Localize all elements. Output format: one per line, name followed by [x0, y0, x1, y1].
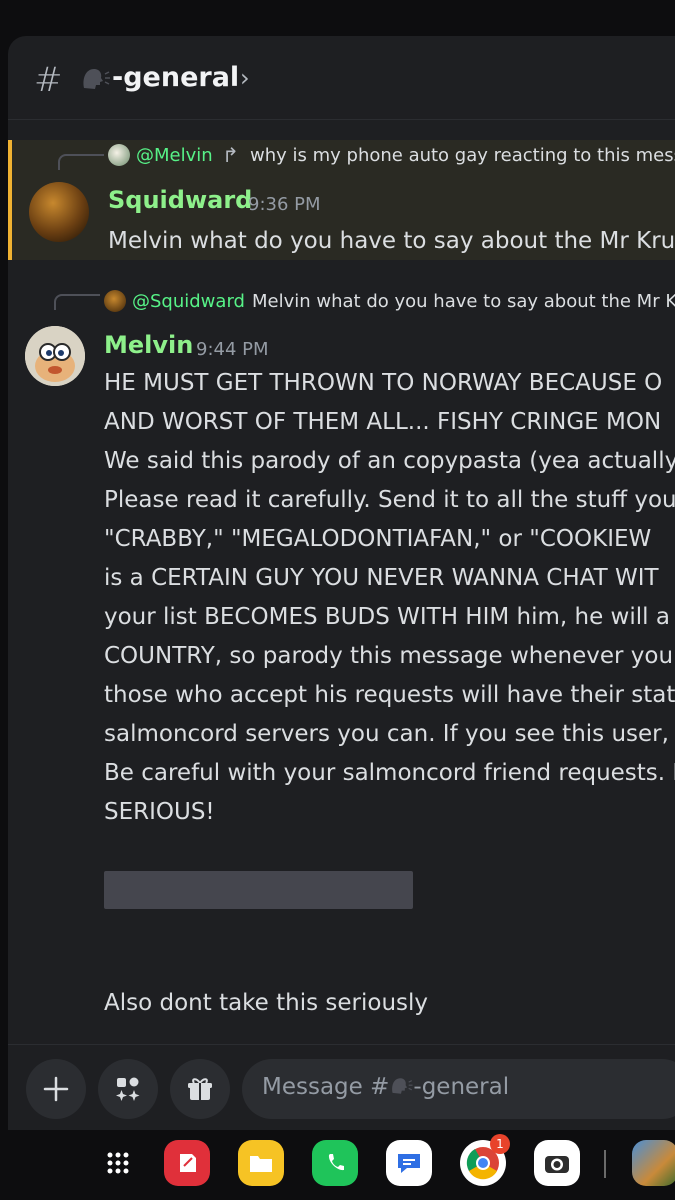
- add-attachment-button[interactable]: [26, 1059, 86, 1119]
- author-name[interactable]: Melvin: [104, 331, 193, 359]
- notes-app-icon[interactable]: [164, 1140, 210, 1186]
- author-name[interactable]: Squidward: [108, 186, 252, 214]
- melvin-face-icon: [25, 326, 85, 386]
- chrome-app-icon[interactable]: 1: [460, 1134, 510, 1186]
- squidward-avatar[interactable]: [29, 182, 89, 242]
- apps-sparkle-icon: [116, 1077, 140, 1101]
- discord-channel-view: # -general › @Melvin ↱ why is my phone a…: [8, 36, 675, 1200]
- apps-grid-icon[interactable]: [95, 1140, 141, 1186]
- reply-mention[interactable]: @Melvin: [136, 145, 213, 166]
- files-app-icon[interactable]: [238, 1140, 284, 1186]
- reply-connector: [54, 294, 100, 310]
- dock-divider: [604, 1150, 606, 1178]
- speaking-head-icon: [83, 69, 110, 89]
- message-text-footer: Also dont take this seriously: [104, 990, 429, 1016]
- reply-connector: [58, 154, 104, 170]
- reply-mention[interactable]: @Squidward: [132, 291, 245, 312]
- gift-button[interactable]: [170, 1059, 230, 1119]
- messages-app-icon[interactable]: [386, 1140, 432, 1186]
- reply-preview[interactable]: why is my phone auto gay reacting to thi…: [250, 145, 675, 166]
- timestamp: 9:36 PM: [248, 194, 321, 215]
- gallery-app-icon[interactable]: [632, 1140, 675, 1186]
- message-text: Melvin what do you have to say about the…: [108, 228, 675, 254]
- phone-app-icon[interactable]: [312, 1140, 358, 1186]
- gift-icon: [188, 1078, 212, 1100]
- message-input-placeholder: Message # -general: [262, 1074, 510, 1100]
- timestamp: 9:44 PM: [196, 339, 269, 360]
- melvin-avatar[interactable]: [25, 326, 85, 386]
- forward-icon: ↱: [222, 143, 239, 167]
- melvin-mini-avatar: [108, 144, 130, 166]
- channel-header[interactable]: # -general ›: [8, 36, 675, 120]
- plus-icon: [43, 1076, 69, 1102]
- squidward-mini-avatar: [104, 290, 126, 312]
- speaking-head-icon: [392, 1078, 413, 1094]
- android-dock: 1: [0, 1130, 675, 1200]
- apps-button[interactable]: [98, 1059, 158, 1119]
- channel-hash-icon: #: [34, 60, 63, 100]
- notification-badge: 1: [490, 1134, 510, 1154]
- camera-app-icon[interactable]: [534, 1140, 580, 1186]
- chevron-right-icon[interactable]: ›: [240, 64, 250, 92]
- channel-name: -general: [112, 62, 240, 93]
- reply-preview[interactable]: Melvin what do you have to say about the…: [252, 291, 675, 312]
- message-squidward[interactable]: @Melvin ↱ why is my phone auto gay react…: [8, 140, 675, 260]
- message-text: HE MUST GET THROWN TO NORWAY BECAUSE O A…: [104, 370, 675, 825]
- message-input[interactable]: Message # -general: [242, 1059, 675, 1119]
- spoiler-block[interactable]: [104, 871, 413, 909]
